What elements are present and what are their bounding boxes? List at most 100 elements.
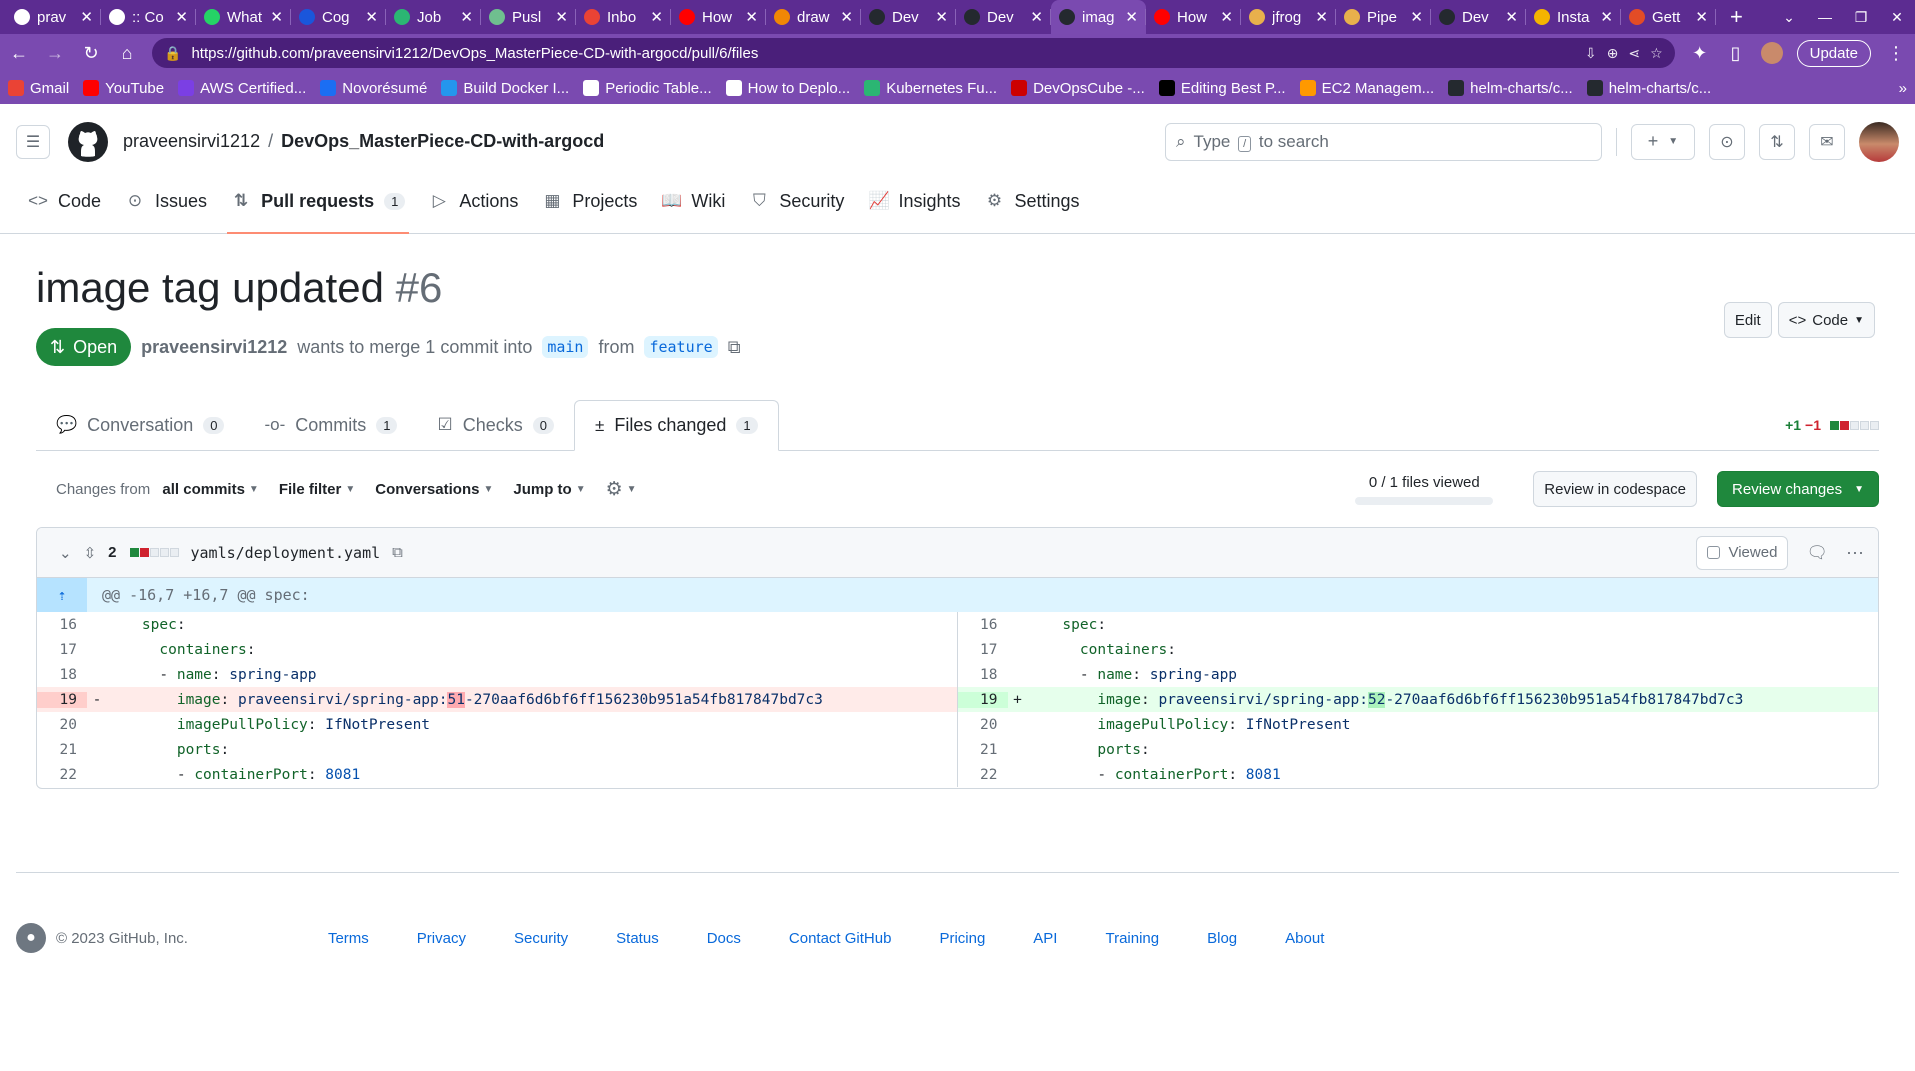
- footer-link-about[interactable]: About: [1285, 930, 1324, 947]
- close-tab-icon[interactable]: ✕: [80, 8, 93, 26]
- close-tab-icon[interactable]: ✕: [840, 8, 853, 26]
- bookmark-item[interactable]: EC2 Managem...: [1299, 80, 1434, 97]
- tab-commits[interactable]: -o- Commits 1: [244, 400, 417, 450]
- browser-tab[interactable]: Cog ✕: [291, 0, 386, 34]
- user-avatar[interactable]: [1859, 121, 1899, 162]
- line-number[interactable]: 22: [37, 767, 87, 783]
- footer-link-contact-github[interactable]: Contact GitHub: [789, 930, 892, 947]
- hamburger-menu-icon[interactable]: ☰: [16, 124, 50, 159]
- maximize-icon[interactable]: ❐: [1843, 9, 1879, 26]
- share-icon[interactable]: ⋖: [1628, 45, 1640, 62]
- tab-files-changed[interactable]: ± Files changed 1: [574, 400, 779, 451]
- close-tab-icon[interactable]: ✕: [1505, 8, 1518, 26]
- bookmark-item[interactable]: helm-charts/c...: [1448, 80, 1573, 97]
- line-number[interactable]: 19: [957, 691, 1008, 708]
- bookmark-item[interactable]: helm-charts/c...: [1586, 80, 1711, 97]
- close-tab-icon[interactable]: ✕: [935, 8, 948, 26]
- tab-code[interactable]: <> Code: [16, 179, 113, 223]
- reload-icon[interactable]: ↻: [80, 43, 102, 64]
- browser-tab[interactable]: Dev ✕: [956, 0, 1051, 34]
- close-tab-icon[interactable]: ✕: [365, 8, 378, 26]
- bookmark-item[interactable]: Editing Best P...: [1158, 80, 1286, 97]
- tab-security[interactable]: ⛉ Security: [737, 179, 856, 223]
- footer-link-terms[interactable]: Terms: [328, 930, 369, 947]
- update-button[interactable]: Update: [1796, 39, 1871, 67]
- bookmark-item[interactable]: Kubernetes Fu...: [864, 80, 997, 97]
- side-panel-icon[interactable]: ▯: [1725, 43, 1747, 64]
- line-number[interactable]: 22: [958, 767, 1008, 783]
- forward-icon[interactable]: →: [44, 43, 66, 64]
- comment-icon[interactable]: 🗨: [1806, 543, 1828, 563]
- copy-icon[interactable]: ⧉: [728, 337, 741, 358]
- footer-link-security[interactable]: Security: [514, 930, 568, 947]
- kebab-menu-icon[interactable]: ···: [1846, 542, 1864, 563]
- tab-checks[interactable]: ☑ Checks 0: [417, 400, 574, 450]
- line-number[interactable]: 20: [37, 717, 87, 733]
- browser-tab[interactable]: What ✕: [196, 0, 291, 34]
- browser-tab[interactable]: jfrog ✕: [1241, 0, 1336, 34]
- tab-search-icon[interactable]: ⌄: [1771, 9, 1807, 26]
- back-icon[interactable]: ←: [8, 43, 30, 64]
- tab-issues[interactable]: ⊙ Issues: [113, 179, 219, 223]
- browser-tab[interactable]: Pusl ✕: [481, 0, 576, 34]
- line-number[interactable]: 18: [958, 667, 1008, 683]
- line-number[interactable]: 16: [958, 617, 1008, 633]
- expand-all-icon[interactable]: ⇳: [84, 544, 97, 562]
- footer-link-blog[interactable]: Blog: [1207, 930, 1237, 947]
- conversations-dropdown[interactable]: Conversations ▼: [375, 481, 493, 498]
- line-number[interactable]: 19: [37, 691, 87, 708]
- browser-tab[interactable]: :: Co ✕: [101, 0, 196, 34]
- footer-link-pricing[interactable]: Pricing: [939, 930, 985, 947]
- tab-pull-requests[interactable]: ⇅ Pull requests 1: [219, 179, 417, 234]
- browser-tab[interactable]: Inbo ✕: [576, 0, 671, 34]
- pull-requests-icon[interactable]: ⇅: [1759, 123, 1795, 160]
- browser-tab[interactable]: Pipe ✕: [1336, 0, 1431, 34]
- footer-link-training[interactable]: Training: [1105, 930, 1159, 947]
- browser-tab[interactable]: draw ✕: [766, 0, 861, 34]
- browser-tab[interactable]: Dev ✕: [1431, 0, 1526, 34]
- bookmark-item[interactable]: Build Docker I...: [441, 80, 569, 97]
- bookmark-item[interactable]: DevOpsCube -...: [1011, 80, 1145, 97]
- close-tab-icon[interactable]: ✕: [1410, 8, 1423, 26]
- base-branch[interactable]: main: [542, 336, 589, 358]
- create-new-button[interactable]: + ▼: [1631, 123, 1695, 160]
- search-input[interactable]: ⌕ Type / to search: [1165, 122, 1602, 161]
- file-path[interactable]: yamls/deployment.yaml: [191, 544, 381, 562]
- github-logo-icon[interactable]: [68, 121, 108, 162]
- author-link[interactable]: praveensirvi1212: [141, 337, 287, 358]
- review-changes-button[interactable]: Review changes ▼: [1717, 471, 1879, 507]
- close-tab-icon[interactable]: ✕: [1125, 8, 1138, 26]
- browser-tab[interactable]: How ✕: [671, 0, 766, 34]
- jump-to-dropdown[interactable]: Jump to ▼: [513, 481, 585, 498]
- line-number[interactable]: 16: [37, 617, 87, 633]
- bookmark-item[interactable]: Periodic Table...: [583, 80, 712, 97]
- minimize-icon[interactable]: —: [1807, 9, 1843, 26]
- tab-insights[interactable]: 📈 Insights: [856, 179, 972, 223]
- zoom-icon[interactable]: ⊕: [1607, 45, 1619, 62]
- close-tab-icon[interactable]: ✕: [1600, 8, 1613, 26]
- menu-dots-icon[interactable]: ⋮: [1885, 43, 1907, 64]
- line-number[interactable]: 21: [37, 742, 87, 758]
- browser-tab[interactable]: imag ✕: [1051, 0, 1146, 34]
- close-tab-icon[interactable]: ✕: [1695, 8, 1708, 26]
- bookmark-item[interactable]: How to Deplo...: [725, 80, 850, 97]
- close-tab-icon[interactable]: ✕: [745, 8, 758, 26]
- bookmark-star-icon[interactable]: ☆: [1650, 45, 1663, 62]
- footer-link-privacy[interactable]: Privacy: [417, 930, 466, 947]
- close-tab-icon[interactable]: ✕: [175, 8, 188, 26]
- extensions-icon[interactable]: ✦: [1689, 43, 1711, 64]
- bookmarks-overflow-button[interactable]: »: [1899, 80, 1907, 97]
- bookmark-item[interactable]: Gmail: [8, 80, 69, 97]
- close-tab-icon[interactable]: ✕: [1220, 8, 1233, 26]
- profile-avatar[interactable]: [1760, 42, 1783, 64]
- bookmark-item[interactable]: Novorésumé: [320, 80, 427, 97]
- inbox-icon[interactable]: ✉: [1809, 123, 1845, 160]
- bookmark-item[interactable]: AWS Certified...: [178, 80, 306, 97]
- close-tab-icon[interactable]: ✕: [460, 8, 473, 26]
- browser-tab[interactable]: Job ✕: [386, 0, 481, 34]
- footer-link-api[interactable]: API: [1033, 930, 1057, 947]
- close-tab-icon[interactable]: ✕: [650, 8, 663, 26]
- close-tab-icon[interactable]: ✕: [270, 8, 283, 26]
- new-tab-button[interactable]: +: [1716, 4, 1757, 30]
- tab-projects[interactable]: ▦ Projects: [530, 179, 649, 223]
